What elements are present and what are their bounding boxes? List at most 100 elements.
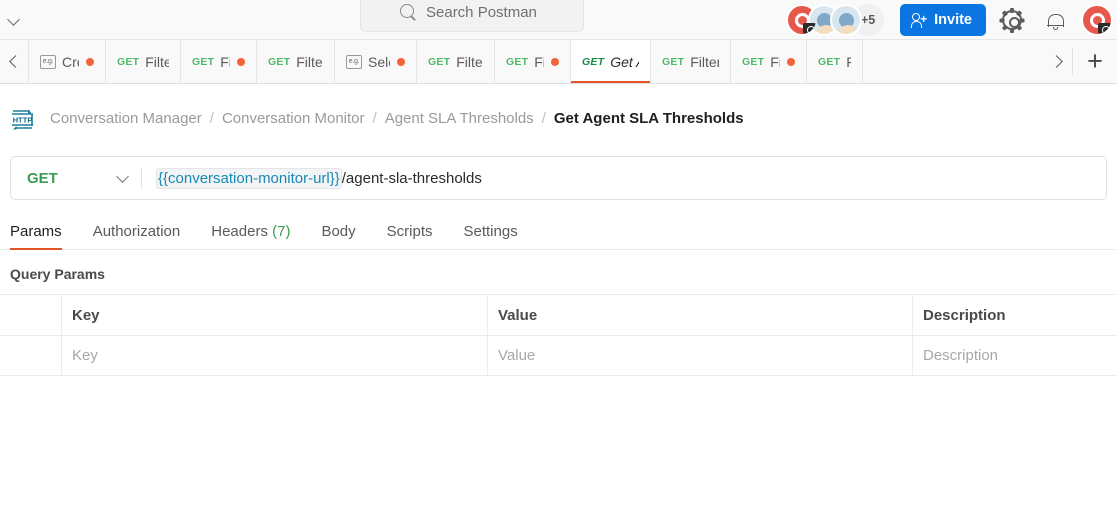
tab-filtere[interactable]: GET Filtere xyxy=(651,40,731,83)
tab-selec[interactable]: e.g. Selec xyxy=(335,40,417,83)
tab-label: Creat xyxy=(62,53,79,70)
method-selector[interactable]: GET xyxy=(11,157,141,199)
url-input[interactable]: {{conversation-monitor-url}}/agent-sla-t… xyxy=(142,157,1106,199)
breadcrumb-separator: / xyxy=(372,110,377,127)
tab-filter[interactable]: GET Filter xyxy=(181,40,257,83)
method-label: GET xyxy=(27,169,58,187)
request-tab-label: Settings xyxy=(463,223,518,240)
unsaved-indicator-icon xyxy=(397,57,405,66)
tab-method-label: GET xyxy=(662,55,685,68)
example-icon: e.g. xyxy=(40,54,56,69)
select-all-checkbox-cell[interactable] xyxy=(0,295,62,335)
unsaved-indicator-icon xyxy=(551,57,559,66)
tab-method-label: GET xyxy=(268,55,291,68)
tab-label: Filtere xyxy=(145,53,169,70)
invite-button[interactable]: + Invite xyxy=(900,4,986,36)
person-add-icon: + xyxy=(911,12,927,28)
request-tab-authorization[interactable]: Authorization xyxy=(93,223,181,249)
tab-label: Filtere xyxy=(690,53,719,70)
request-tab-label: Body xyxy=(321,223,356,240)
unsaved-indicator-icon xyxy=(237,57,245,66)
chevron-down-icon[interactable] xyxy=(8,13,21,26)
unsaved-indicator-icon xyxy=(86,57,94,66)
new-tab-button[interactable]: + xyxy=(1073,40,1117,83)
breadcrumb-separator: / xyxy=(541,110,546,127)
svg-text:HTTP: HTTP xyxy=(13,115,33,124)
chevron-left-icon xyxy=(9,55,22,68)
table-row: Key Value Description xyxy=(0,335,1117,375)
query-params-title: Query Params xyxy=(10,266,105,282)
settings-button[interactable] xyxy=(995,3,1029,37)
search-input[interactable]: Search Postman xyxy=(360,0,584,32)
tab-method-label: GET xyxy=(428,55,451,68)
request-tab-count: (7) xyxy=(267,223,291,240)
tab-filter[interactable]: GET Filter xyxy=(495,40,571,83)
tab-label: Filter xyxy=(770,53,780,70)
camera-badge-icon xyxy=(1098,23,1111,34)
tab-method-label: GET xyxy=(742,55,765,68)
tab-method-label: GET xyxy=(117,55,140,68)
open-tabs-list: e.g. Creat GET Filtere GET Filter GET Filtere e.… xyxy=(28,40,1044,83)
request-tab-label: Scripts xyxy=(386,223,433,240)
column-header-key: Key xyxy=(62,295,488,335)
camera-badge-icon xyxy=(803,23,817,34)
breadcrumb-separator: / xyxy=(209,110,214,127)
unsaved-indicator-icon xyxy=(787,57,795,66)
request-tab-headers[interactable]: Headers (7) xyxy=(211,223,290,249)
row-checkbox-cell[interactable] xyxy=(0,336,62,375)
tab-get-a[interactable]: GET Get A xyxy=(571,40,651,83)
gear-icon xyxy=(999,7,1025,33)
notifications-button[interactable] xyxy=(1038,3,1072,37)
request-section-tabs: Params Authorization Headers (7) Body Script… xyxy=(0,216,1117,250)
tab-label: Get A xyxy=(610,53,639,70)
table-header-row: Key Value Description xyxy=(0,295,1117,335)
chevron-right-icon xyxy=(1050,55,1063,68)
breadcrumb-item[interactable]: Agent SLA Thresholds xyxy=(385,110,534,127)
example-icon: e.g. xyxy=(346,54,362,69)
tab-label: Selec xyxy=(368,53,390,70)
tab-filter[interactable]: GET Filter xyxy=(731,40,807,83)
top-bar-right: +5 + Invite xyxy=(786,0,1117,40)
request-tab-scripts[interactable]: Scripts xyxy=(387,223,433,249)
request-tab-settings[interactable]: Settings xyxy=(464,223,518,249)
profile-avatar[interactable] xyxy=(1081,4,1113,36)
tab-label: Filter xyxy=(220,53,230,70)
tab-label: Fi xyxy=(846,53,851,70)
column-header-value: Value xyxy=(488,295,913,335)
top-bar: Search Postman +5 + Invite xyxy=(0,0,1117,40)
request-tab-body[interactable]: Body xyxy=(321,223,355,249)
tab-strip: e.g. Creat GET Filtere GET Filter GET Filtere e.… xyxy=(0,40,1117,84)
tab-method-label: GET xyxy=(582,55,605,68)
param-value-input[interactable]: Value xyxy=(488,336,913,375)
request-tab-params[interactable]: Params xyxy=(10,223,62,250)
avatar[interactable] xyxy=(830,4,863,36)
request-url-bar: GET {{conversation-monitor-url}}/agent-s… xyxy=(10,156,1107,200)
search-placeholder: Search Postman xyxy=(426,3,537,21)
tab-scroll-right-button[interactable] xyxy=(1044,40,1072,83)
tab-filtere[interactable]: GET Filtere xyxy=(257,40,335,83)
breadcrumb-items: Conversation Manager / Conversation Monito… xyxy=(50,110,744,128)
tab-creat[interactable]: e.g. Creat xyxy=(28,40,106,83)
param-key-input[interactable]: Key xyxy=(62,336,488,375)
http-icon: HTTP xyxy=(10,108,35,131)
tab-label: Filter xyxy=(534,53,544,70)
tab-fi[interactable]: GET Fi xyxy=(807,40,863,83)
invite-button-label: Invite xyxy=(934,12,972,28)
request-tab-label: Headers xyxy=(211,223,268,240)
breadcrumb-item[interactable]: Conversation Manager xyxy=(50,110,202,127)
breadcrumb-item[interactable]: Conversation Monitor xyxy=(222,110,365,127)
collaborator-avatars[interactable]: +5 xyxy=(786,4,885,36)
tab-filtere[interactable]: GET Filtere xyxy=(106,40,181,83)
tab-method-label: GET xyxy=(818,55,841,68)
tab-label: Filtere xyxy=(456,53,483,70)
breadcrumb: HTTP Conversation Manager / Conversation M… xyxy=(0,96,1117,142)
tab-method-label: GET xyxy=(506,55,529,68)
request-tab-label: Params xyxy=(10,223,62,240)
request-tab-label: Authorization xyxy=(92,223,181,240)
param-description-input[interactable]: Description xyxy=(913,336,1117,375)
query-params-table: Key Value Description Key Value Descript… xyxy=(0,294,1117,376)
chevron-down-icon xyxy=(116,169,129,183)
tab-scroll-left-button[interactable] xyxy=(0,40,28,83)
tab-filtere[interactable]: GET Filtere xyxy=(417,40,495,83)
tab-method-label: GET xyxy=(192,55,215,68)
